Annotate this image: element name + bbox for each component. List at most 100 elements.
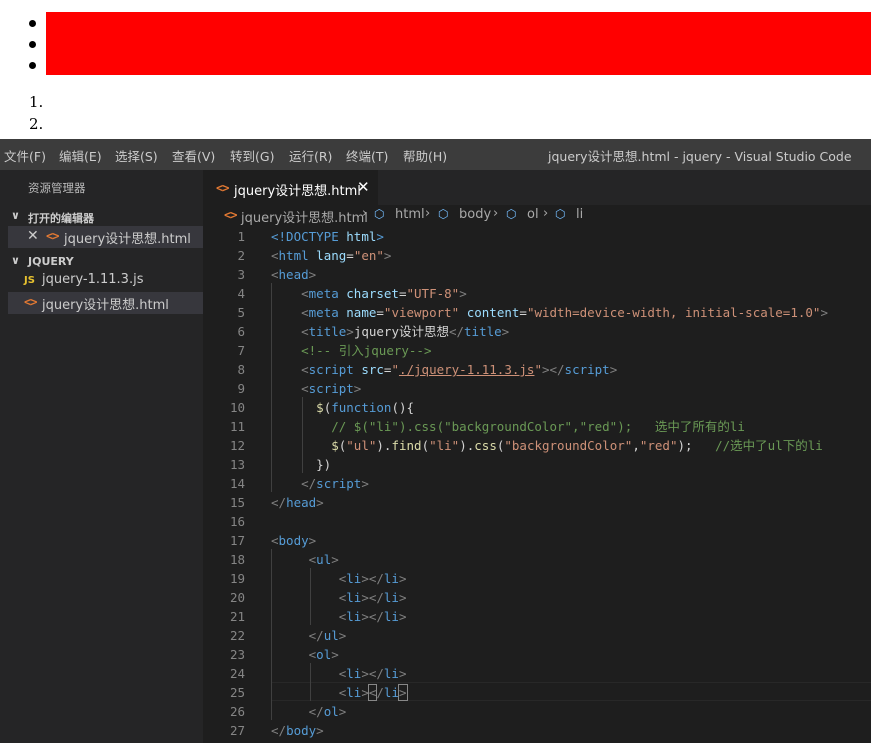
menu-help[interactable]: 帮助(H) xyxy=(403,146,447,165)
code-token: "viewport" xyxy=(383,305,460,320)
code-token: > xyxy=(376,229,384,244)
code-token: > xyxy=(501,324,510,339)
code-line[interactable]: </script> xyxy=(271,474,369,493)
code-line[interactable]: <script src="./jquery-1.11.3.js"></scrip… xyxy=(271,360,617,379)
line-number: 15 xyxy=(229,495,245,510)
menu-view[interactable]: 查看(V) xyxy=(172,146,215,165)
code-token: "UTF-8" xyxy=(406,286,460,301)
ol-number: 2. xyxy=(29,115,44,133)
code-line[interactable]: <body> xyxy=(271,531,316,550)
menu-run[interactable]: 运行(R) xyxy=(289,146,332,165)
code-token: head xyxy=(286,495,317,510)
code-line[interactable]: }) xyxy=(271,455,331,474)
js-file-icon: JS xyxy=(24,275,35,286)
close-icon[interactable]: ✕ xyxy=(27,228,39,244)
line-number: 10 xyxy=(229,400,245,415)
code-editor[interactable]: 1 2 3 4 5 6 7 8 9 10 11 12 13 14 15 16 17 18 19 20 21 22 23 24 2… xyxy=(203,226,871,743)
file-item[interactable]: JS jquery-1.11.3.js xyxy=(8,270,203,292)
explorer-title: 资源管理器 xyxy=(28,181,86,195)
code-line[interactable]: <meta name="viewport" content="width=dev… xyxy=(271,303,828,322)
code-token: </ xyxy=(448,324,465,339)
menu-file[interactable]: 文件(F) xyxy=(4,146,46,165)
breadcrumb-body[interactable]: body xyxy=(459,207,491,222)
code-line[interactable]: </body> xyxy=(271,721,324,740)
code-line[interactable]: <ol> xyxy=(271,645,339,664)
code-token: ); xyxy=(677,438,716,453)
menu-selection[interactable]: 选择(S) xyxy=(115,146,158,165)
code-token: > xyxy=(331,552,339,567)
code-line[interactable]: </ol> xyxy=(271,702,347,721)
ol-number: 1. xyxy=(29,93,44,111)
line-number: 21 xyxy=(229,609,245,624)
code-line[interactable]: <meta charset="UTF-8"> xyxy=(271,284,467,303)
chevron-right-icon: › xyxy=(362,206,368,221)
code-token: li xyxy=(346,685,362,700)
code-line[interactable]: <li></li> xyxy=(271,569,407,588)
line-number: 14 xyxy=(229,476,245,491)
code-token: script xyxy=(564,362,610,377)
code-line[interactable]: $(function(){ xyxy=(271,398,414,417)
code-token: "backgroundColor" xyxy=(504,438,633,453)
breadcrumb-html[interactable]: html xyxy=(395,207,425,222)
open-editor-item[interactable]: ✕ <> jquery设计思想.html xyxy=(8,226,203,248)
close-icon[interactable]: ✕ xyxy=(357,178,370,196)
code-line[interactable]: <title>jquery设计思想</title> xyxy=(271,322,509,341)
open-editors-section[interactable]: ∨ 打开的编辑器 xyxy=(0,207,203,227)
file-name: jquery设计思想.html xyxy=(42,298,169,313)
breadcrumb-li[interactable]: li xyxy=(576,207,583,222)
file-item-selected[interactable]: <> jquery设计思想.html xyxy=(8,292,203,314)
code-token: meta xyxy=(308,286,339,301)
code-line[interactable]: <!-- 引入jquery--> xyxy=(271,341,431,360)
code-line[interactable]: <html lang="en"> xyxy=(271,246,391,265)
window-title: jquery设计思想.html - jquery - Visual Studio… xyxy=(548,149,852,164)
code-line[interactable]: <li></li> xyxy=(271,683,408,702)
code-token: script xyxy=(308,362,354,377)
code-token: ul xyxy=(323,628,339,643)
code-line[interactable]: // $("li").css("backgroundColor","red");… xyxy=(271,417,745,436)
html-file-icon: <> xyxy=(46,229,59,243)
line-number: 7 xyxy=(237,343,245,358)
code-line[interactable]: </ul> xyxy=(271,626,347,645)
code-token: (){ xyxy=(391,400,415,415)
code-line[interactable]: <script> xyxy=(271,379,361,398)
code-token: > xyxy=(398,590,407,605)
code-token: "red" xyxy=(639,438,678,453)
line-number: 2 xyxy=(237,248,245,263)
breadcrumb-file[interactable]: jquery设计思想.html xyxy=(241,207,368,226)
code-token: li xyxy=(346,609,362,624)
code-token: $ xyxy=(331,438,339,453)
code-line[interactable]: <li></li> xyxy=(271,588,407,607)
code-token: li xyxy=(346,571,362,586)
code-line[interactable]: <ul> xyxy=(271,550,339,569)
menu-go[interactable]: 转到(G) xyxy=(230,146,274,165)
ul-bullet xyxy=(29,20,36,27)
symbol-icon: ⬡ xyxy=(374,207,385,221)
code-token: </ xyxy=(308,704,324,719)
breadcrumb-ol[interactable]: ol xyxy=(527,207,539,222)
code-line[interactable]: </head> xyxy=(271,493,324,512)
code-token: < xyxy=(271,533,279,548)
code-token: < xyxy=(271,267,279,282)
folder-section[interactable]: ∨ JQUERY xyxy=(0,252,203,272)
code-token: > xyxy=(609,362,618,377)
code-line[interactable]: <li></li> xyxy=(271,664,407,683)
menu-edit[interactable]: 编辑(E) xyxy=(59,146,102,165)
code-token: <!DOCTYPE xyxy=(271,229,347,244)
vscode-window: 文件(F) 编辑(E) 选择(S) 查看(V) 转到(G) 运行(R) 终端(T… xyxy=(0,139,871,743)
code-line[interactable]: <li></li> xyxy=(271,607,407,626)
code-token: > xyxy=(353,381,362,396)
code-line[interactable]: <head> xyxy=(271,265,316,284)
menu-terminal[interactable]: 终端(T) xyxy=(346,146,388,165)
code-token: $ xyxy=(316,400,324,415)
code-line[interactable]: $("ul").find("li").css("backgroundColor"… xyxy=(271,436,823,455)
tab-jquery-html[interactable]: <> jquery设计思想.html ✕ xyxy=(203,170,378,206)
code-line[interactable]: <!DOCTYPE html> xyxy=(271,227,384,246)
line-number: 9 xyxy=(237,381,245,396)
code-token: ol xyxy=(323,704,339,719)
